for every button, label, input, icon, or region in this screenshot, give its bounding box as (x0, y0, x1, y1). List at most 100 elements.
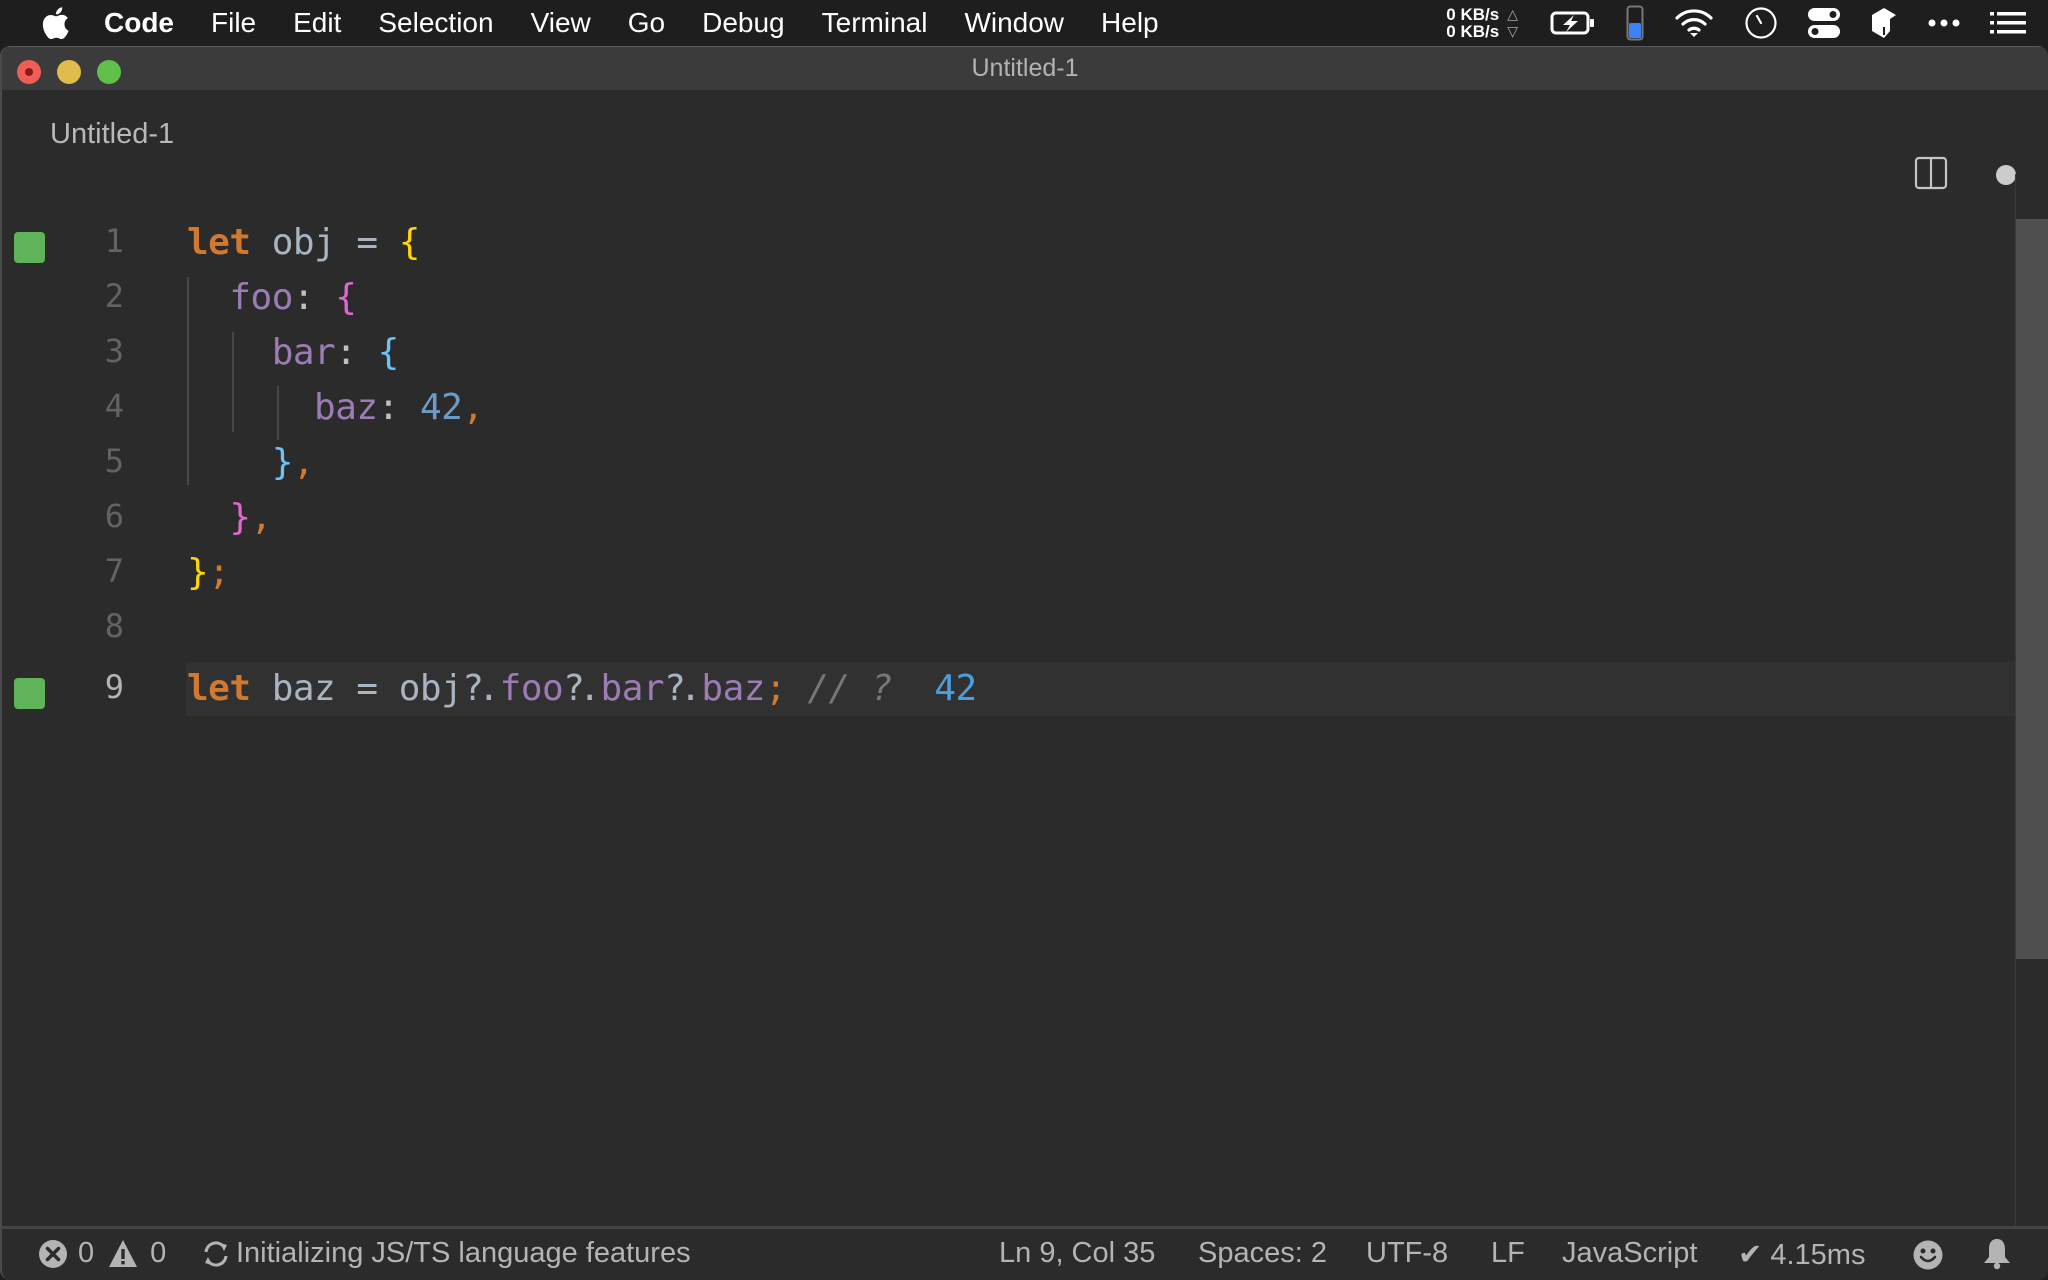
token-semicolon: ; (764, 668, 787, 709)
code-line-8[interactable]: 8 (2, 603, 2016, 658)
token-identifier: baz = obj (250, 668, 463, 709)
indentation-setting[interactable]: Spaces: 2 (1198, 1237, 1327, 1270)
code-line-7[interactable]: 7 }; (2, 548, 2016, 603)
code-text: baz: 42, (187, 387, 484, 428)
quokka-timing[interactable]: ✔ 4.15ms (1738, 1237, 1865, 1272)
menu-debug[interactable]: Debug (702, 7, 785, 39)
token-bracket: } (271, 442, 294, 483)
token-optional-chain: ?. (462, 668, 499, 709)
progress-text: Initializing JS/TS language features (236, 1237, 691, 1269)
code-text: foo: { (187, 277, 357, 318)
code-line-3[interactable]: 3 bar: { (2, 328, 2016, 383)
token-property: baz (701, 668, 765, 709)
menu-terminal[interactable]: Terminal (822, 7, 928, 39)
scrollbar-thumb[interactable] (2016, 219, 2048, 959)
sync-spinner-icon (204, 1240, 228, 1267)
code-line-4[interactable]: 4 baz: 42, (2, 383, 2016, 438)
line-number: 8 (104, 607, 124, 645)
app-extension-icon[interactable] (1870, 7, 1898, 39)
token-keyword: let (187, 222, 251, 263)
token-number: 42 (419, 387, 463, 428)
token-colon: : (377, 387, 400, 428)
token-optional-chain: ?. (563, 668, 600, 709)
inline-result-value: 42 (934, 668, 977, 709)
tab-untitled-1[interactable]: Untitled-1 (50, 118, 174, 151)
token-keyword: let (187, 668, 251, 709)
token-bracket: { (377, 332, 400, 373)
network-speed[interactable]: 0 KB/s 0 KB/s (1446, 6, 1499, 40)
title-bar[interactable]: Untitled-1 (2, 46, 2048, 90)
warning-icon (109, 1239, 138, 1267)
clock-icon[interactable] (1744, 6, 1778, 40)
coverage-marker-icon (14, 232, 45, 263)
token-property: foo (229, 277, 293, 318)
code-line-6[interactable]: 6 }, (2, 493, 2016, 548)
control-toggles-icon[interactable] (1808, 7, 1840, 39)
token-property: bar (600, 668, 665, 709)
code-text: }, (187, 497, 272, 538)
more-icon[interactable] (1928, 18, 1960, 28)
menu-view[interactable]: View (531, 7, 591, 39)
menu-go[interactable]: Go (628, 7, 665, 39)
token-comment: // ? (786, 668, 935, 709)
token-colon: : (292, 277, 315, 318)
battery-level-icon[interactable] (1626, 5, 1644, 41)
token-semicolon: ; (208, 552, 230, 593)
warning-count: 0 (150, 1237, 167, 1269)
token-bracket: } (187, 552, 209, 593)
menu-selection[interactable]: Selection (378, 7, 493, 39)
code-text: let baz = obj?. foo?. bar?. baz; // ? 42 (187, 668, 977, 709)
feedback-smiley-icon[interactable] (1913, 1240, 1943, 1270)
network-upload-rate: 0 KB/s (1446, 5, 1500, 24)
wifi-icon[interactable] (1674, 8, 1714, 38)
end-of-line[interactable]: LF (1491, 1237, 1525, 1270)
token-bracket: { (335, 277, 357, 318)
token-property: bar (271, 332, 336, 373)
code-line-5[interactable]: 5 }, (2, 438, 2016, 493)
network-download-rate: 0 KB/s (1446, 22, 1500, 41)
problems-indicator[interactable]: 0 0 (38, 1237, 166, 1270)
notifications-bell-icon[interactable] (1983, 1238, 2011, 1270)
code-line-2[interactable]: 2 foo: { (2, 273, 2016, 328)
upload-arrow-icon: △ (1507, 6, 1518, 22)
cursor-position[interactable]: Ln 9, Col 35 (999, 1237, 1155, 1270)
vscode-window: Untitled-1 Untitled-1 1 let obj = { 2 fo… (0, 46, 2048, 1280)
editor-tab-bar: Untitled-1 (2, 90, 2048, 190)
line-number: 3 (104, 332, 124, 370)
line-number: 7 (104, 552, 124, 590)
code-text: bar: { (187, 332, 400, 373)
line-number: 4 (104, 387, 124, 425)
token-colon: : (335, 332, 357, 373)
battery-charging-icon[interactable] (1550, 10, 1596, 36)
language-service-progress[interactable]: Initializing JS/TS language features (202, 1237, 691, 1270)
menu-file[interactable]: File (211, 7, 256, 39)
menu-help[interactable]: Help (1101, 7, 1159, 39)
status-bar: 0 0 Initializing JS/TS language features… (2, 1226, 2048, 1280)
error-icon (39, 1239, 67, 1268)
token-optional-chain: ?. (664, 668, 701, 709)
token-identifier: obj = (250, 222, 399, 263)
menu-app-code[interactable]: Code (104, 7, 174, 39)
language-mode[interactable]: JavaScript (1562, 1237, 1697, 1270)
apple-logo-icon[interactable] (40, 6, 70, 40)
file-encoding[interactable]: UTF-8 (1366, 1237, 1448, 1270)
coverage-marker-icon (14, 678, 45, 709)
menu-edit[interactable]: Edit (293, 7, 341, 39)
token-bracket: } (229, 497, 251, 538)
network-arrows: △ ▽ (1507, 6, 1518, 40)
code-line-1[interactable]: 1 let obj = { (2, 218, 2016, 273)
token-bracket: { (398, 222, 421, 263)
line-number: 5 (104, 442, 124, 480)
token-property: foo (499, 668, 564, 709)
code-line-9[interactable]: 9 let baz = obj?. foo?. bar?. baz; // ? 42 (2, 662, 2016, 719)
token-comma: , (462, 387, 484, 428)
menu-window[interactable]: Window (964, 7, 1064, 39)
code-editor[interactable]: 1 let obj = { 2 foo: { 3 bar: { 4 baz: 4… (2, 174, 2016, 1226)
status-tray: 0 KB/s 0 KB/s △ ▽ (1446, 0, 2048, 46)
notification-list-icon[interactable] (1990, 11, 2026, 35)
code-text: }; (187, 552, 230, 593)
line-number: 2 (104, 277, 124, 315)
